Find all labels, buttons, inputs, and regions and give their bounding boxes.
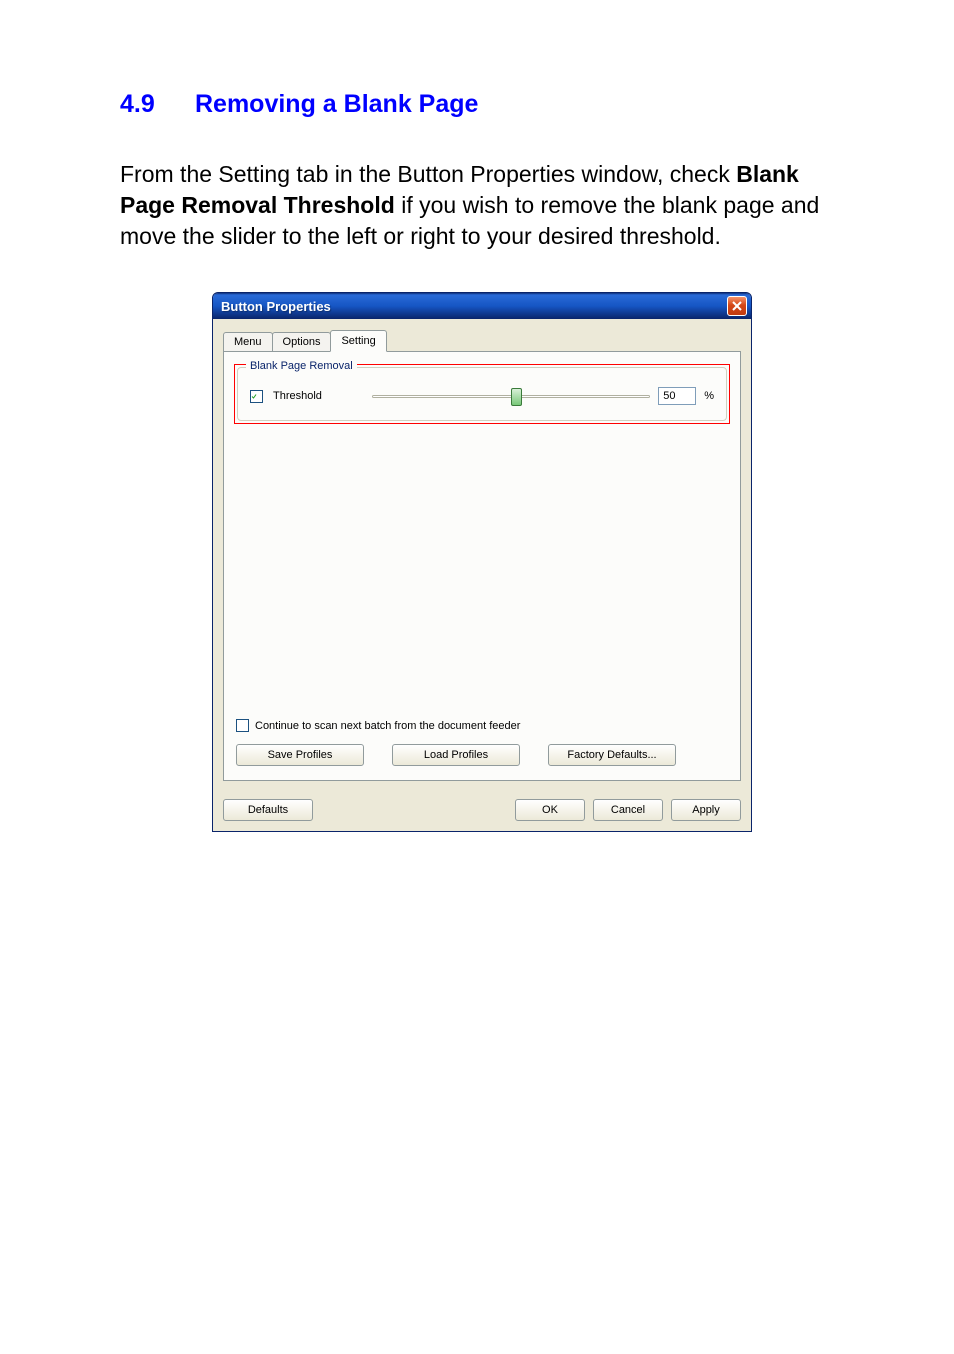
- continue-scan-label: Continue to scan next batch from the doc…: [255, 720, 520, 732]
- close-button[interactable]: [727, 296, 747, 316]
- threshold-checkbox[interactable]: [250, 390, 263, 403]
- check-icon: [251, 391, 257, 402]
- section-heading: 4.9Removing a Blank Page: [120, 90, 844, 119]
- save-profiles-button[interactable]: Save Profiles: [236, 744, 364, 766]
- tab-options[interactable]: Options: [272, 332, 332, 351]
- section-number: 4.9: [120, 90, 195, 119]
- window-title: Button Properties: [221, 299, 727, 314]
- close-icon: [732, 301, 742, 311]
- defaults-button[interactable]: Defaults: [223, 799, 313, 821]
- client-area: Menu Options Setting Blank Page Removal: [213, 319, 751, 791]
- continue-scan-checkbox[interactable]: [236, 719, 249, 732]
- threshold-value-input[interactable]: 50: [658, 387, 696, 405]
- dialog-footer: Defaults OK Cancel Apply: [213, 791, 751, 831]
- blank-page-removal-group: Blank Page Removal Threshold: [237, 367, 727, 421]
- tab-menu[interactable]: Menu: [223, 332, 273, 351]
- group-legend: Blank Page Removal: [246, 360, 357, 372]
- tab-panel: Blank Page Removal Threshold: [223, 351, 741, 781]
- slider-thumb[interactable]: [511, 388, 522, 406]
- paragraph-pre: From the Setting tab in the Button Prope…: [120, 161, 736, 187]
- highlight-rect: Blank Page Removal Threshold: [234, 364, 730, 424]
- section-title: Removing a Blank Page: [195, 90, 478, 118]
- threshold-slider[interactable]: [372, 386, 650, 406]
- body-paragraph: From the Setting tab in the Button Prope…: [120, 159, 844, 252]
- ok-button[interactable]: OK: [515, 799, 585, 821]
- threshold-label: Threshold: [273, 390, 322, 402]
- tab-setting[interactable]: Setting: [330, 330, 386, 352]
- apply-button[interactable]: Apply: [671, 799, 741, 821]
- factory-defaults-button[interactable]: Factory Defaults...: [548, 744, 676, 766]
- tab-row: Menu Options Setting: [223, 329, 741, 351]
- titlebar: Button Properties: [213, 293, 751, 319]
- dialog-window: Button Properties Menu Options Setting B…: [212, 292, 752, 832]
- threshold-unit: %: [704, 390, 714, 402]
- cancel-button[interactable]: Cancel: [593, 799, 663, 821]
- load-profiles-button[interactable]: Load Profiles: [392, 744, 520, 766]
